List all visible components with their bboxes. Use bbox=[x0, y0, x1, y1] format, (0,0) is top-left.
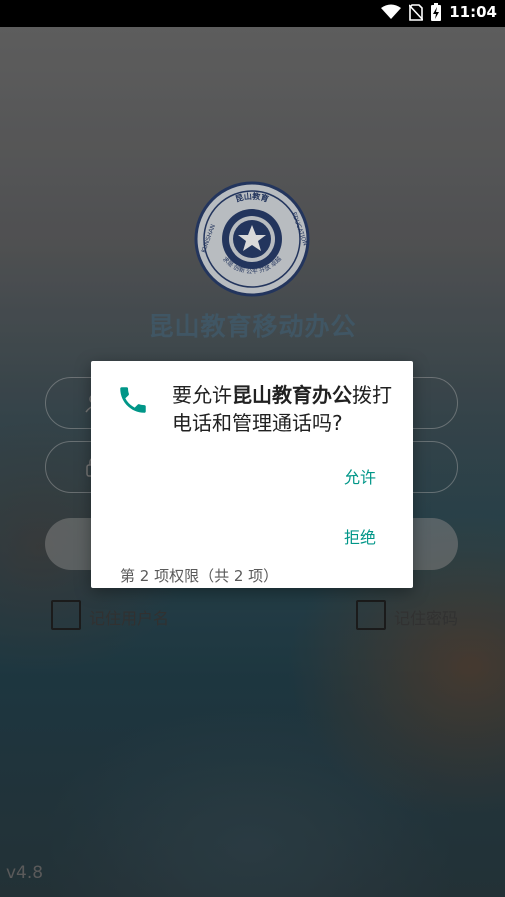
status-bar: 11:04 bbox=[0, 0, 505, 27]
no-sim-icon bbox=[409, 3, 424, 21]
status-time: 11:04 bbox=[449, 3, 497, 21]
phone-icon bbox=[116, 383, 150, 417]
permission-message: 要允许昆山教育办公拨打电话和管理通话吗? bbox=[172, 381, 402, 437]
message-app-name: 昆山教育办公 bbox=[232, 383, 352, 407]
wifi-icon bbox=[381, 4, 402, 20]
status-icons: 11:04 bbox=[381, 3, 497, 21]
message-prefix: 要允许 bbox=[172, 383, 232, 407]
battery-charging-icon bbox=[431, 3, 442, 21]
login-screen: 昆山教育 求是 创新 公平 开放 卓越 KUNSHAN EDUCATION 昆山… bbox=[0, 27, 505, 897]
permission-counter: 第 2 项权限（共 2 项） bbox=[120, 567, 279, 585]
permission-dialog: 要允许昆山教育办公拨打电话和管理通话吗? 允许 拒绝 第 2 项权限（共 2 项… bbox=[91, 361, 413, 588]
allow-button[interactable]: 允许 bbox=[344, 464, 376, 488]
deny-button[interactable]: 拒绝 bbox=[344, 524, 376, 548]
